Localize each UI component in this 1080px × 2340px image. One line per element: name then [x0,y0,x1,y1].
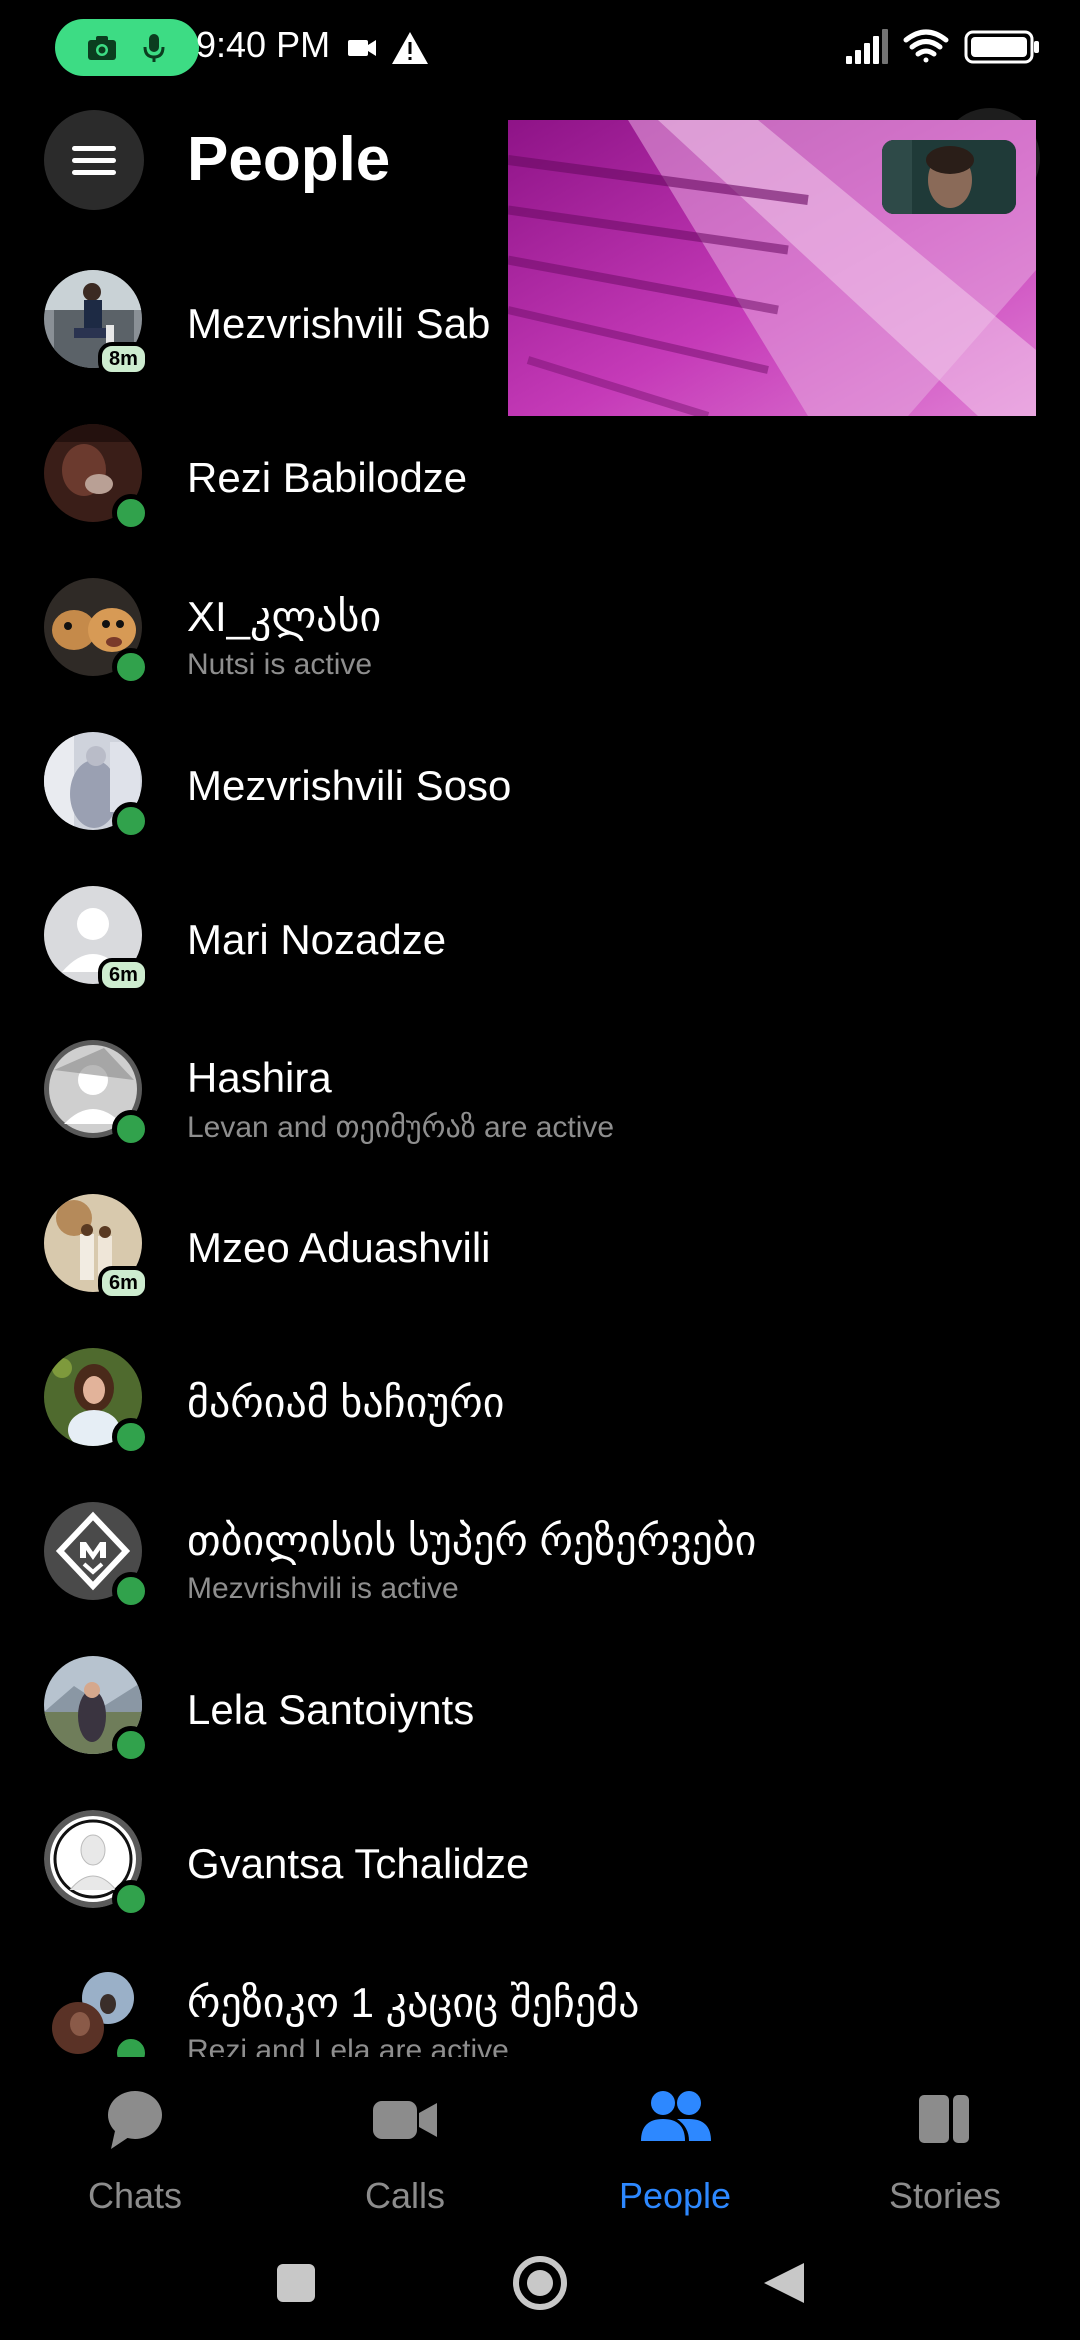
active-status: Levan and თეიმურაზ are active [187,1111,615,1144]
list-item[interactable]: რეზიკო 1 კაციც შეჩემა Rezi and Lela are … [0,1956,1080,2057]
active-status: Nutsi is active [187,648,373,681]
group-name: Hashira [187,1054,332,1101]
tab-people[interactable]: People [540,2083,810,2223]
online-indicator [112,802,150,840]
microphone-icon [143,34,165,62]
list-item[interactable]: მარიამ ხაჩიური [0,1340,1080,1494]
self-video-thumbnail[interactable] [882,140,1016,214]
tab-label: Chats [87,2175,183,2216]
status-right-icons [846,29,1039,64]
person-name: Mzeo Aduashvili [187,1224,491,1271]
list-item[interactable]: 6m Mzeo Aduashvili [0,1186,1080,1340]
online-indicator [112,1726,150,1764]
people-list[interactable]: 8m Mezvrishvili Sab Rezi Babilodze XI_კლ… [0,262,1080,2057]
list-item[interactable]: Lela Santoiynts [0,1648,1080,1802]
wifi-icon [903,29,949,63]
status-notification-icons [348,32,428,64]
screen-recording-indicator[interactable] [55,19,199,76]
online-indicator [112,1418,150,1456]
person-name: Mezvrishvili Sab [187,300,491,347]
group-name: თბილისის სუპერ რეზერვები [187,1517,757,1564]
warning-icon [392,32,428,64]
system-nav-bar [277,2256,804,2310]
video-camera-icon [373,2101,437,2139]
tab-calls[interactable]: Calls [270,2083,540,2223]
person-name: Lela Santoiynts [187,1686,475,1733]
tab-label: Calls [364,2175,445,2216]
video-call-pip[interactable] [508,120,1036,416]
tab-chats[interactable]: Chats [0,2083,270,2223]
camera-icon [88,36,116,60]
online-indicator [112,494,150,532]
hamburger-icon [72,146,116,151]
list-item[interactable]: Mezvrishvili Soso [0,724,1080,878]
group-name: რეზიკო 1 კაციც შეჩემა [187,1979,640,2026]
tab-stories[interactable]: Stories [810,2083,1080,2223]
group-name: XI_კლასი [187,593,382,640]
list-item[interactable]: Rezi Babilodze [0,416,1080,570]
last-active-badge: 8m [98,342,149,376]
online-indicator [112,1880,150,1918]
person-name: Gvantsa Tchalidze [187,1840,530,1887]
chat-bubble-icon [108,2091,162,2149]
online-indicator [112,1110,150,1148]
menu-button[interactable] [44,110,144,210]
bottom-nav: Chats Calls People Stories [0,2057,1080,2227]
online-indicator [112,648,150,686]
page-title: People [187,125,391,194]
list-item[interactable]: Gvantsa Tchalidze [0,1802,1080,1956]
last-active-badge: 6m [98,958,149,992]
person-name: Mezvrishvili Soso [187,762,512,809]
signal-icon [846,29,888,64]
home-button[interactable] [513,2256,567,2310]
tab-label: People [618,2175,732,2216]
people-icon [641,2091,711,2141]
person-name: Mari Nozadze [187,916,447,963]
video-camera-status-icon [348,40,376,56]
active-status: Rezi and Lela are active [187,2034,509,2057]
battery-icon [964,30,1039,64]
last-active-badge: 6m [98,1266,149,1300]
active-status: Mezvrishvili is active [187,1572,459,1605]
back-button[interactable] [764,2263,804,2303]
list-item[interactable]: 6m Mari Nozadze [0,878,1080,1032]
online-indicator [112,1572,150,1610]
list-item[interactable]: XI_კლასი Nutsi is active [0,570,1080,724]
status-bar: 9:40 PM [0,0,1080,96]
list-item[interactable]: თბილისის სუპერ რეზერვები Mezvrishvili is… [0,1494,1080,1648]
status-time: 9:40 PM [196,24,331,65]
person-name: მარიამ ხაჩიური [187,1379,505,1426]
recents-button[interactable] [277,2264,315,2302]
stories-icon [919,2095,969,2143]
tab-label: Stories [888,2175,1002,2216]
person-name: Rezi Babilodze [187,454,468,501]
list-item[interactable]: Hashira Levan and თეიმურაზ are active [0,1032,1080,1186]
